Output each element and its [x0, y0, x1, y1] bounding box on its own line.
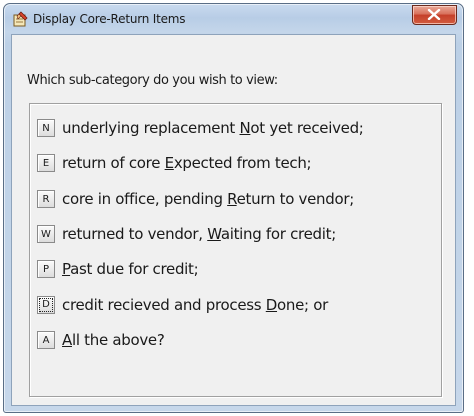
option-label-hotkey: A — [62, 331, 72, 349]
option-key-label: W — [41, 228, 51, 240]
option-key-label: A — [42, 334, 50, 346]
option-row-p[interactable]: P Past due for credit; — [37, 257, 199, 281]
option-row-r[interactable]: Rcore in office, pending Return to vendo… — [37, 187, 354, 211]
option-label: returned to vendor, Waiting for credit; — [62, 225, 336, 243]
option-label: underlying replacement Not yet received; — [62, 119, 364, 137]
option-key-button-n[interactable]: N — [37, 119, 55, 137]
window-title: Display Core-Return Items — [33, 12, 186, 26]
option-label-hotkey: R — [227, 190, 237, 208]
option-label-suffix: aiting for credit; — [220, 225, 336, 243]
options-group-box — [29, 103, 442, 397]
option-label-suffix: xpected from tech; — [173, 154, 312, 172]
option-label: core in office, pending Return to vendor… — [62, 190, 354, 208]
option-key-button-e[interactable]: E — [37, 154, 55, 172]
option-label-prefix: returned to vendor, — [62, 225, 208, 243]
option-label: Past due for credit; — [62, 260, 199, 278]
option-label-prefix: return of core — [62, 154, 165, 172]
option-label: return of core Expected from tech; — [62, 154, 312, 172]
dialog-window: Display Core-Return Items Which sub-cate… — [3, 3, 464, 413]
option-row-n[interactable]: Nunderlying replacement Not yet received… — [37, 116, 364, 140]
option-row-w[interactable]: Wreturned to vendor, Waiting for credit; — [37, 222, 336, 246]
option-label: All the above? — [62, 331, 165, 349]
option-key-label: N — [42, 122, 50, 134]
option-key-button-r[interactable]: R — [37, 190, 55, 208]
pencil-notepad-icon — [12, 11, 28, 27]
option-row-e[interactable]: Ereturn of core Expected from tech; — [37, 151, 312, 175]
option-key-label: D — [39, 298, 53, 312]
option-key-label: E — [42, 157, 50, 169]
option-label-hotkey: N — [239, 119, 251, 137]
option-label-prefix: credit recieved and process — [62, 296, 266, 314]
option-label-prefix: underlying replacement — [62, 119, 240, 137]
close-x-icon — [427, 9, 441, 20]
option-label-hotkey: D — [265, 296, 278, 314]
option-key-label: P — [42, 263, 50, 275]
title-bar[interactable]: Display Core-Return Items — [4, 4, 463, 34]
option-label-suffix: eturn to vendor; — [236, 190, 355, 208]
option-key-button-d[interactable]: D — [37, 296, 55, 314]
option-label-hotkey: E — [164, 154, 174, 172]
option-row-d[interactable]: Dcredit recieved and process Done; or — [37, 293, 328, 317]
option-label-suffix: ll the above? — [71, 331, 165, 349]
option-key-button-a[interactable]: A — [37, 331, 55, 349]
close-button[interactable] — [412, 5, 457, 25]
option-label-suffix: ot yet received; — [250, 119, 364, 137]
option-label: credit recieved and process Done; or — [62, 296, 328, 314]
option-key-label: R — [42, 193, 50, 205]
option-label-prefix: core in office, pending — [62, 190, 228, 208]
option-label-suffix: ast due for credit; — [70, 260, 199, 278]
option-label-hotkey: P — [62, 260, 71, 278]
prompt-label: Which sub-category do you wish to view: — [27, 73, 278, 88]
option-label-suffix: one; or — [277, 296, 329, 314]
option-row-a[interactable]: A All the above? — [37, 328, 165, 352]
option-key-button-w[interactable]: W — [37, 225, 55, 243]
option-label-hotkey: W — [207, 225, 221, 243]
option-key-button-p[interactable]: P — [37, 260, 55, 278]
dialog-client-area: Which sub-category do you wish to view: … — [11, 34, 456, 406]
